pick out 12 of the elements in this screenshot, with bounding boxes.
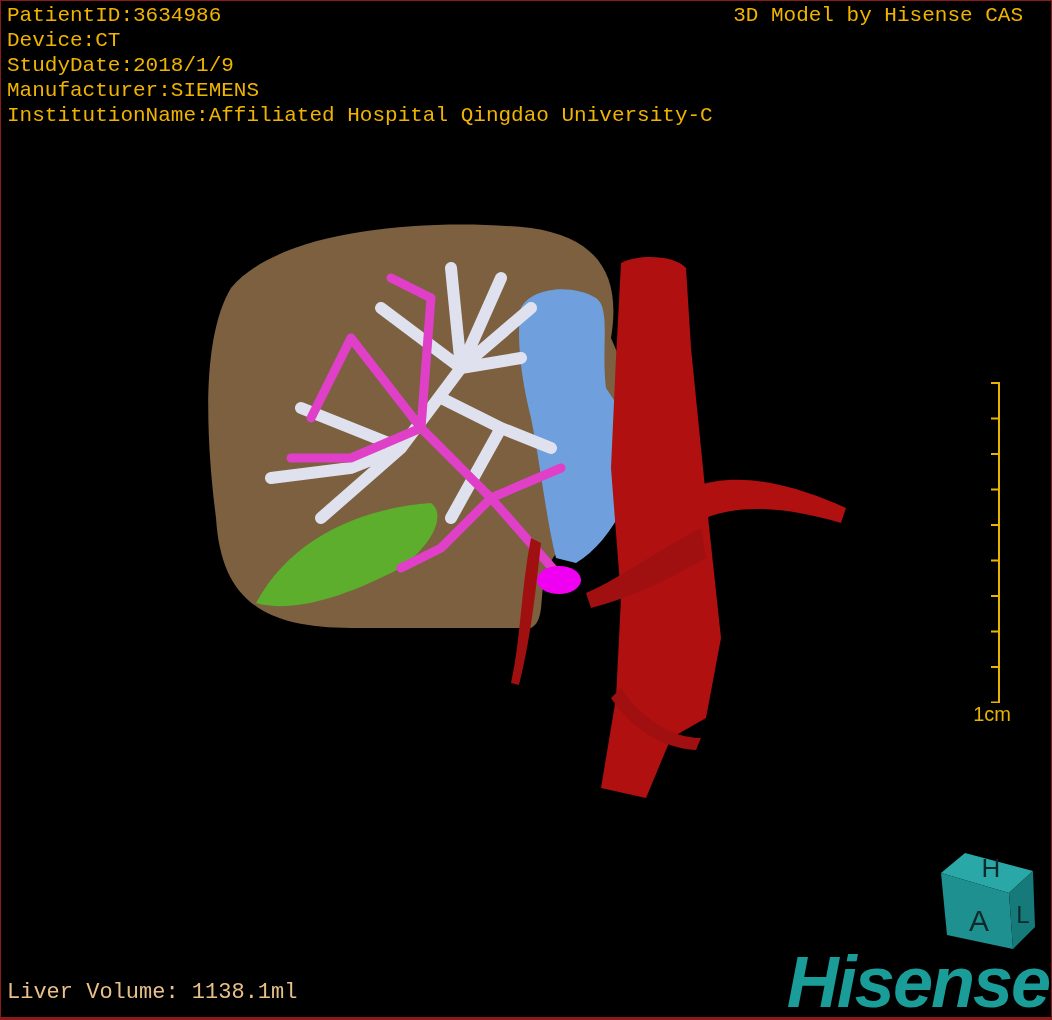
scale-label: 1cm [973,703,1011,726]
info-text: InstitutionName:Affiliated Hospital Qingdao University-C [7,103,713,128]
cube-label: A [969,904,989,937]
brand-logo: Hisense [786,951,1050,1013]
viewer-title: 3D Model by Hisense CAS [733,3,1023,28]
cube-label: H [981,853,1001,883]
cube-label: L [1016,901,1030,928]
info-text: PatientID:3634986 [7,3,223,28]
info-text: StudyDate:2018/1/9 [7,53,235,78]
liver-volume-text: Liver Volume: 1138.1ml [7,980,298,1005]
info-text: Manufacturer:SIEMENS [7,78,261,103]
info-text: Device:CT [7,28,122,53]
